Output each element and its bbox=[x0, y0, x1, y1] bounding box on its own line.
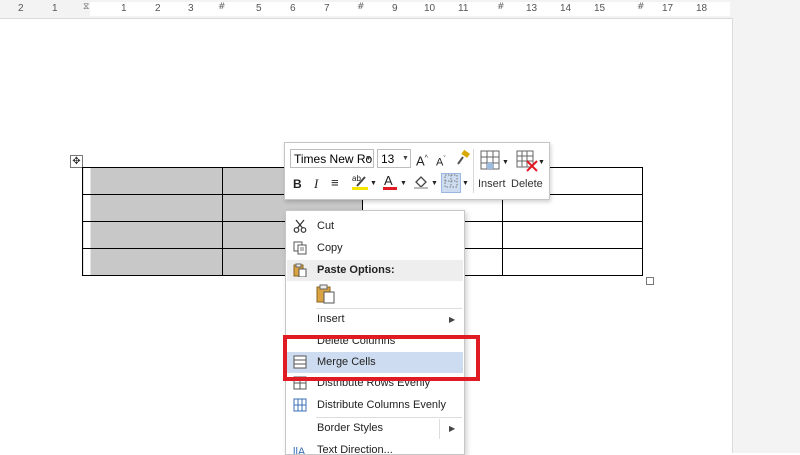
menu-item-border-styles[interactable]: Border Styles ▶ bbox=[287, 418, 463, 439]
paste-keep-formatting-icon[interactable] bbox=[316, 284, 336, 304]
ruler-number: 10 bbox=[424, 3, 436, 14]
submenu-divider bbox=[439, 419, 440, 439]
font-color-icon[interactable]: A bbox=[382, 173, 398, 195]
copy-icon bbox=[293, 241, 307, 255]
column-marker-icon[interactable]: # bbox=[497, 2, 505, 12]
ruler-number: 11 bbox=[458, 3, 469, 14]
scissors-icon bbox=[293, 219, 307, 233]
distribute-columns-icon bbox=[293, 398, 307, 412]
ruler-number: 1 bbox=[52, 3, 58, 14]
font-name-box[interactable]: Times New Roman bbox=[290, 149, 374, 168]
highlight-color-icon[interactable]: ab bbox=[351, 173, 371, 195]
table-cell[interactable] bbox=[82, 248, 223, 276]
ruler-number: 13 bbox=[526, 3, 538, 14]
table-cell[interactable] bbox=[502, 248, 643, 276]
ruler-number: 6 bbox=[290, 3, 296, 14]
italic-icon[interactable]: I bbox=[314, 176, 318, 192]
paste-icon bbox=[293, 263, 307, 278]
ruler-number: 7 bbox=[324, 3, 330, 14]
right-margin-pane bbox=[732, 18, 800, 453]
svg-text:A: A bbox=[384, 173, 393, 188]
borders-icon[interactable] bbox=[441, 173, 461, 193]
chevron-down-icon[interactable]: ▼ bbox=[365, 149, 372, 168]
shrink-font-icon[interactable]: Aˇ bbox=[436, 152, 446, 171]
text-direction-icon: llA bbox=[293, 443, 307, 455]
insert-table-icon[interactable] bbox=[480, 150, 502, 176]
mini-toolbar: Times New Roman ▼ 13 ▼ A^ Aˇ B I ≡ ab ▼ … bbox=[284, 142, 550, 200]
ruler-number: 14 bbox=[560, 3, 572, 14]
center-align-icon[interactable]: ≡ bbox=[331, 175, 339, 191]
chevron-down-icon[interactable]: ▼ bbox=[400, 176, 407, 192]
delete-label[interactable]: Delete bbox=[511, 178, 543, 190]
ruler-number: 17 bbox=[662, 3, 674, 14]
shading-icon[interactable] bbox=[413, 174, 429, 194]
column-marker-icon[interactable]: # bbox=[357, 2, 365, 12]
chevron-down-icon[interactable]: ▼ bbox=[431, 176, 438, 192]
column-marker-icon[interactable]: ⧖ bbox=[83, 2, 89, 12]
grow-font-icon[interactable]: A^ bbox=[416, 151, 428, 169]
paste-options-header: Paste Options: bbox=[287, 260, 463, 281]
table-cell[interactable] bbox=[82, 194, 223, 222]
table-cell[interactable] bbox=[82, 167, 223, 195]
menu-item-copy[interactable]: Copy bbox=[287, 238, 463, 259]
column-marker-icon[interactable]: # bbox=[637, 2, 645, 12]
insert-label[interactable]: Insert bbox=[478, 178, 506, 190]
ruler-number: 18 bbox=[696, 3, 708, 14]
horizontal-ruler[interactable]: 2 1 1 2 3 5 6 7 9 10 11 13 14 15 17 18 ⧖… bbox=[0, 0, 800, 19]
svg-text:llA: llA bbox=[293, 446, 306, 455]
ruler-number: 5 bbox=[256, 3, 262, 14]
chevron-down-icon[interactable]: ▼ bbox=[538, 155, 545, 171]
delete-table-icon[interactable] bbox=[516, 150, 538, 176]
ruler-number: 9 bbox=[392, 3, 398, 14]
column-marker-icon[interactable]: # bbox=[218, 2, 226, 12]
submenu-arrow-icon: ▶ bbox=[449, 315, 456, 324]
ruler-text-area bbox=[90, 2, 730, 16]
ruler-number: 15 bbox=[594, 3, 606, 14]
highlight-box bbox=[283, 335, 480, 381]
menu-item-distribute-columns[interactable]: Distribute Columns Evenly bbox=[287, 395, 463, 416]
ruler-number: 2 bbox=[155, 3, 161, 14]
table-resize-handle[interactable] bbox=[646, 277, 654, 285]
submenu-arrow-icon: ▶ bbox=[449, 424, 456, 433]
chevron-down-icon[interactable]: ▼ bbox=[502, 155, 509, 171]
chevron-down-icon[interactable]: ▼ bbox=[462, 176, 469, 192]
menu-item-insert[interactable]: Insert ▶ bbox=[287, 309, 463, 330]
toolbar-separator bbox=[473, 149, 474, 193]
format-painter-icon[interactable] bbox=[455, 149, 471, 170]
context-menu: Cut Copy Paste Options: Insert ▶ Delete … bbox=[285, 210, 465, 455]
ruler-number: 1 bbox=[121, 3, 127, 14]
table-cell[interactable] bbox=[82, 221, 223, 249]
table-cell[interactable] bbox=[502, 221, 643, 249]
ruler-number: 2 bbox=[18, 3, 24, 14]
chevron-down-icon[interactable]: ▼ bbox=[402, 149, 409, 168]
ruler-number: 3 bbox=[188, 3, 194, 14]
menu-item-cut[interactable]: Cut bbox=[287, 216, 463, 237]
chevron-down-icon[interactable]: ▼ bbox=[370, 176, 377, 192]
bold-icon[interactable]: B bbox=[293, 176, 302, 192]
